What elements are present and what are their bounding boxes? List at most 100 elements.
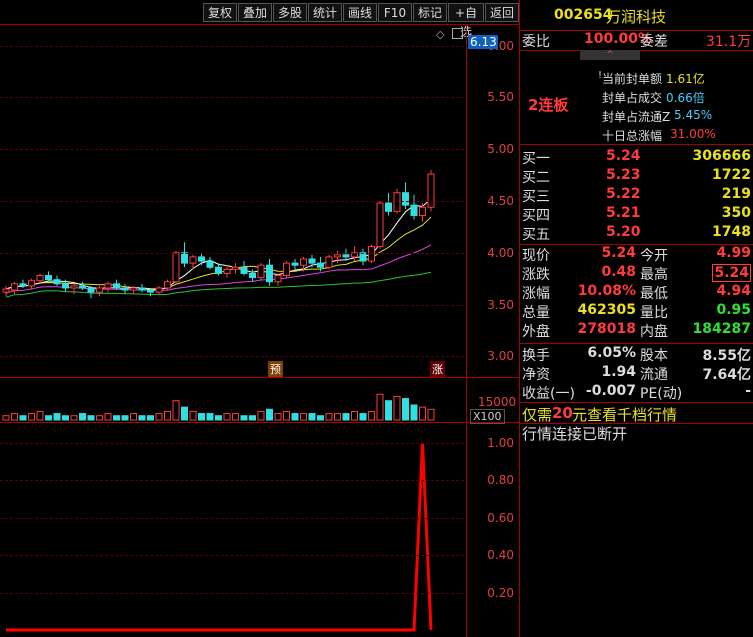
limit-info-label: 十日总涨幅 bbox=[602, 129, 663, 143]
volume-bar bbox=[274, 413, 282, 421]
quote-label: PE(动) bbox=[640, 386, 683, 402]
add-watchlist-button[interactable]: +自选 bbox=[448, 3, 484, 39]
bid-volume: 219 bbox=[721, 186, 751, 202]
quote-label: 总量 bbox=[522, 305, 550, 321]
quote-value: 184287 bbox=[692, 321, 751, 337]
indicator-gridline bbox=[0, 480, 464, 482]
quote-row: 换手 6.05% 股本 8.55亿 bbox=[520, 345, 753, 364]
quote-divider bbox=[520, 343, 753, 344]
collapse-toggle[interactable]: ^ bbox=[580, 50, 640, 60]
price-gridline bbox=[0, 252, 464, 254]
volume-bar bbox=[113, 415, 120, 421]
candle-body bbox=[155, 287, 163, 293]
bid-label: 买二 bbox=[522, 170, 550, 186]
bid-volume: 1722 bbox=[712, 167, 751, 183]
candle-body bbox=[376, 202, 384, 248]
indicator-gridline bbox=[0, 555, 464, 557]
candle-body bbox=[36, 275, 44, 282]
volume-bar bbox=[164, 410, 171, 421]
price-axis-tick: 4.00 bbox=[487, 245, 514, 260]
bid-volume: 1748 bbox=[712, 224, 751, 240]
marker-yu: 预 bbox=[268, 361, 283, 377]
candle-body bbox=[232, 266, 239, 270]
volume-bar bbox=[376, 393, 384, 421]
quote-label: 最高 bbox=[640, 267, 668, 283]
signal-line bbox=[6, 442, 433, 632]
quote-value: 1.94 bbox=[601, 364, 636, 380]
quote-label: 换手 bbox=[522, 348, 550, 364]
candle-body bbox=[79, 285, 86, 289]
multi-stock-button[interactable]: 多股 bbox=[273, 3, 307, 22]
candle-body bbox=[402, 192, 409, 206]
candle-body bbox=[342, 254, 350, 258]
bid-label: 买五 bbox=[522, 227, 550, 243]
quote-value: 278018 bbox=[577, 321, 636, 337]
volume-bar bbox=[96, 415, 103, 421]
volume-bar bbox=[368, 410, 375, 421]
bid-row[interactable]: 买三 5.22 219 bbox=[520, 186, 753, 205]
quote-label: 现价 bbox=[522, 248, 550, 264]
overlay-button[interactable]: 叠加 bbox=[238, 3, 272, 22]
limit-info-value: 0.66倍 bbox=[666, 91, 705, 105]
candle-body bbox=[96, 287, 103, 293]
stats-button[interactable]: 统计 bbox=[308, 3, 342, 22]
bid-row[interactable]: 买一 5.24 306666 bbox=[520, 148, 753, 167]
indicator-gridline bbox=[0, 517, 464, 519]
candle-body bbox=[385, 202, 392, 212]
candle-body bbox=[70, 285, 78, 289]
bid-row[interactable]: 买五 5.20 1748 bbox=[520, 224, 753, 243]
quote-row: 总量 462305 量比 0.95 bbox=[520, 302, 753, 321]
candle-body bbox=[2, 288, 10, 293]
volume-bar bbox=[130, 413, 137, 421]
volume-bar bbox=[257, 410, 265, 421]
candle-body bbox=[198, 256, 205, 262]
volume-bar bbox=[138, 415, 146, 421]
price-gridline bbox=[0, 304, 464, 306]
volume-bar bbox=[181, 406, 188, 421]
bid-row[interactable]: 买四 5.21 350 bbox=[520, 205, 753, 224]
volume-bar bbox=[70, 415, 78, 421]
volume-bar bbox=[19, 415, 27, 421]
candle-body bbox=[45, 275, 52, 281]
back-button[interactable]: 返回 bbox=[485, 3, 519, 22]
quote-value: 0.48 bbox=[601, 264, 636, 280]
candle-body bbox=[368, 246, 375, 262]
square-icon[interactable] bbox=[452, 28, 463, 39]
candle-body bbox=[130, 287, 137, 291]
volume-bar bbox=[189, 410, 197, 421]
draw-line-button[interactable]: 画线 bbox=[343, 3, 377, 22]
quote-label: 流通 bbox=[640, 367, 668, 383]
volume-bar bbox=[215, 415, 222, 421]
mark-button[interactable]: 标记 bbox=[413, 3, 447, 22]
candle-body bbox=[300, 258, 307, 266]
bid-row[interactable]: 买二 5.23 1722 bbox=[520, 167, 753, 186]
kline-chart[interactable] bbox=[0, 25, 466, 637]
limit-info-label: 封单占成交 bbox=[602, 91, 663, 105]
quote-label: 外盘 bbox=[522, 324, 550, 340]
quote-label: 涨跌 bbox=[522, 267, 550, 283]
candle-body bbox=[164, 281, 171, 289]
candle-body bbox=[113, 283, 120, 289]
volume-bar bbox=[2, 415, 10, 421]
bid-volume: 306666 bbox=[692, 148, 751, 164]
quote-label: 量比 bbox=[640, 305, 668, 321]
candle-body bbox=[181, 252, 188, 264]
indicator-gridline bbox=[0, 443, 464, 444]
quote-value: 0.95 bbox=[716, 302, 751, 318]
toolbar: 复权 叠加 多股 统计 画线 F10 标记 +自选 返回 bbox=[0, 0, 519, 39]
volume-bar bbox=[79, 413, 86, 421]
candle-body bbox=[257, 264, 265, 279]
volume-bar bbox=[198, 413, 205, 421]
current-price-tag: 6.13 bbox=[468, 35, 498, 49]
f10-button[interactable]: F10 bbox=[378, 3, 412, 22]
quote-value: -0.007 bbox=[585, 383, 636, 399]
promo-bar[interactable]: 仅需 20 元查看千档行情 bbox=[520, 402, 753, 424]
candle-body bbox=[28, 280, 35, 287]
diamond-icon[interactable]: ◇ bbox=[436, 28, 444, 41]
volume-bar bbox=[36, 410, 44, 421]
quote-value: 6.05% bbox=[587, 345, 636, 361]
volume-bar bbox=[317, 415, 324, 421]
quote-value: 7.64亿 bbox=[702, 367, 751, 383]
indicator-axis-tick: 0.40 bbox=[487, 548, 514, 563]
fuquan-button[interactable]: 复权 bbox=[203, 3, 237, 22]
